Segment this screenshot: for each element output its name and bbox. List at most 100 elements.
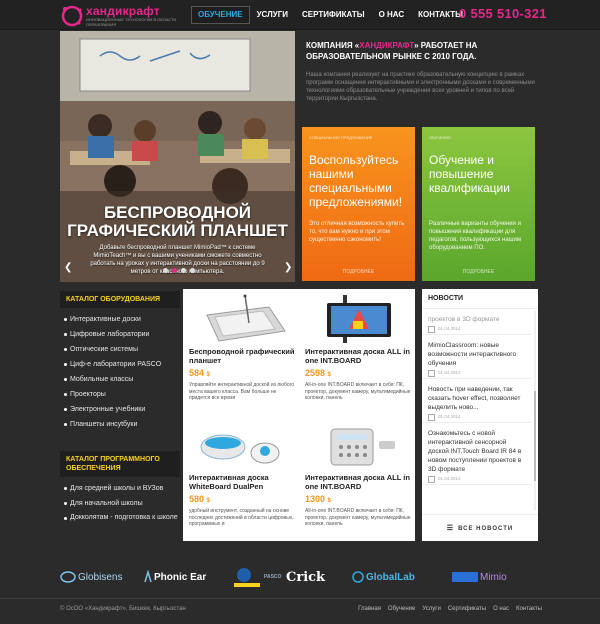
price-value: 584 xyxy=(189,368,205,378)
pasco-icon xyxy=(234,568,260,587)
intro-title: КОМПАНИЯ «ХАНДИКРАФТ» РАБОТАЕТ НА ОБРАЗО… xyxy=(306,40,542,62)
product-price: 580 $ xyxy=(189,494,210,504)
software-catalog-title: КАТАЛОГ ПРОГРАММНОГО ОБЕСПЕЧЕНИЯ xyxy=(60,451,180,477)
software-list: Для средней школы и ВУЗов Для начальной … xyxy=(60,477,180,525)
product-description: All-in-one INT.BOARD включает в себя: ПК… xyxy=(305,382,411,401)
logo-tagline: Инновационные технологии в области образ… xyxy=(86,17,177,27)
product-title: Беспроводной графический планшет xyxy=(189,347,295,365)
equipment-catalog-title: КАТАЛОГ ОБОРУДОВАНИЯ xyxy=(60,291,180,308)
hero-slider[interactable]: БЕСПРОВОДНОЙ ГРАФИЧЕСКИЙ ПЛАНШЕТ Добавьт… xyxy=(60,31,295,282)
news-item[interactable]: проектов в 3D формате 01.04.2014 xyxy=(422,309,532,335)
footer-link[interactable]: Обучение xyxy=(388,606,415,612)
news-title: НОВОСТИ xyxy=(422,289,538,309)
nav-item-uslugi[interactable]: УСЛУГИ xyxy=(250,6,295,24)
tile-text: Различные варианты обучения и повышения … xyxy=(429,221,521,251)
catalog-item[interactable]: Интерактивные доски xyxy=(60,312,180,327)
training-tile[interactable]: ОБУЧЕНИЕ Обучение и повышение квалификац… xyxy=(422,127,535,281)
news-item[interactable]: MimioClassroom: новые возможности интера… xyxy=(422,335,532,379)
partner-name: Globisens xyxy=(78,571,123,583)
nav-item-obuchenie[interactable]: ОБУЧЕНИЕ xyxy=(191,6,250,24)
footer-link[interactable]: Услуги xyxy=(422,606,440,612)
partner-logo-pasco[interactable]: PASCO xyxy=(232,564,281,590)
news-text: MimioClassroom: новые возможности интера… xyxy=(428,342,517,367)
slider-dot[interactable] xyxy=(190,268,195,273)
product-description: удобный инструмент, созданный на основе … xyxy=(189,508,294,527)
catalog-item[interactable]: Для начальной школы xyxy=(60,496,180,511)
site-logo[interactable]: хандикрафт Инновационные технологии в об… xyxy=(60,4,180,28)
catalog-item[interactable]: Докколятам - подготовка к школе xyxy=(60,511,180,525)
news-scroll-thumb[interactable] xyxy=(534,391,536,481)
product-price: 2598 $ xyxy=(305,368,331,378)
tile-text: Это отличная возможность купить то, что … xyxy=(309,221,405,243)
chevron-right-icon[interactable]: ❯ xyxy=(284,262,292,273)
partner-logo-mimio[interactable]: Mimio xyxy=(452,564,507,590)
product-description: Управляйте интерактивной доской из любог… xyxy=(189,382,295,401)
catalog-item[interactable]: Электронные учебники xyxy=(60,402,180,417)
chevron-left-icon[interactable]: ❮ xyxy=(64,262,72,273)
news-scrollbar[interactable] xyxy=(534,311,536,511)
partner-logo-globallab[interactable]: GlobalLab xyxy=(352,564,415,590)
main-nav: ОБУЧЕНИЕ УСЛУГИ СЕРТИФИКАТЫ О НАС КОНТАК… xyxy=(191,6,470,24)
product-card[interactable]: Интерактивная доска ALL in one INT.BOARD… xyxy=(299,289,415,415)
news-date: 01.04.2014 xyxy=(428,412,526,422)
logo-name: хандикрафт xyxy=(86,4,160,18)
dualpen-image xyxy=(200,434,280,464)
voting-device-image xyxy=(330,428,395,466)
product-title: Интерактивная доска ALL in one INT.BOARD xyxy=(305,347,410,365)
globallab-icon xyxy=(352,571,364,583)
footer-link[interactable]: Главная xyxy=(358,606,381,612)
equipment-list: Интерактивные доски Цифровые лаборатории… xyxy=(60,308,180,432)
nav-item-o-nas[interactable]: О НАС xyxy=(372,6,412,24)
catalog-item[interactable]: Планшеты инсуtбуки xyxy=(60,417,180,432)
catalog-item[interactable]: Для средней школы и ВУЗов xyxy=(60,481,180,496)
product-price: 1300 $ xyxy=(305,494,331,504)
company-intro: КОМПАНИЯ «ХАНДИКРАФТ» РАБОТАЕТ НА ОБРАЗО… xyxy=(306,40,542,103)
catalog-item[interactable]: Циф-е лаборатории PASCO xyxy=(60,357,180,372)
slider-dot[interactable] xyxy=(163,268,168,273)
catalog-item[interactable]: Проекторы xyxy=(60,387,180,402)
phone-number[interactable]: 0 555 510-321 xyxy=(459,6,547,21)
copyright: © ОсОО «Хандикрафт», Бишкек, Кыргызстан xyxy=(60,606,186,612)
news-item[interactable]: Ознакомьтесь с новой интерактивной сенсо… xyxy=(422,423,532,485)
hero-title: БЕСПРОВОДНОЙ ГРАФИЧЕСКИЙ ПЛАНШЕТ xyxy=(67,203,288,240)
partner-logos: Globisens Phonic Ear PASCO Crick GlobalL… xyxy=(0,558,600,596)
slider-dots xyxy=(163,268,195,273)
price-value: 580 xyxy=(189,494,205,504)
special-offer-tile[interactable]: СПЕЦИАЛЬНОЕ ПРЕДЛОЖЕНИЕ Воспользуйтесь н… xyxy=(302,127,415,281)
partner-logo-phonic-ear[interactable]: Phonic Ear xyxy=(144,564,206,590)
product-card[interactable]: Беспроводной графический планшет 584 $ У… xyxy=(183,289,299,415)
all-news-label: ВСЕ НОВОСТИ xyxy=(458,526,514,532)
catalog-item[interactable]: Оптические системы xyxy=(60,342,180,357)
slider-dot[interactable] xyxy=(181,268,186,273)
product-card[interactable]: Интерактивная доска WhiteBoard DualPen 5… xyxy=(183,415,299,541)
product-description: All-in-one INT.BOARD включает в себя: ПК… xyxy=(305,508,411,527)
site-header: хандикрафт Инновационные технологии в об… xyxy=(0,0,600,30)
price-value: 1300 xyxy=(305,494,326,504)
partner-logo-globisens[interactable]: Globisens xyxy=(60,564,122,590)
tile-more-link[interactable]: ПОДРОБНЕЕ xyxy=(422,269,535,275)
catalog-item[interactable]: Цифровые лаборатории xyxy=(60,327,180,342)
tablet-product-image xyxy=(206,294,286,342)
intro-title-brand: ХАНДИКРАФТ xyxy=(359,41,415,50)
catalog-item[interactable]: Мобильные классы xyxy=(60,372,180,387)
price-currency: $ xyxy=(327,372,331,378)
footer-link[interactable]: Контакты xyxy=(516,606,542,612)
tile-title: Обучение и повышение квалификации xyxy=(429,153,510,195)
globisens-icon xyxy=(60,571,76,583)
news-date: 01.04.2014 xyxy=(428,474,526,484)
partner-name: Mimio xyxy=(480,571,507,583)
page: хандикрафт Инновационные технологии в об… xyxy=(0,0,600,624)
nav-item-sertifikaty[interactable]: СЕРТИФИКАТЫ xyxy=(295,6,372,24)
partner-logo-crick[interactable]: Crick xyxy=(286,564,325,590)
news-item[interactable]: Новость при наведении, так сказать hover… xyxy=(422,379,532,423)
product-card[interactable]: Интерактивная доска ALL in one INT.BOARD… xyxy=(299,415,415,541)
tile-more-link[interactable]: ПОДРОБНЕЕ xyxy=(302,269,415,275)
footer-link[interactable]: Сертификаты xyxy=(448,606,486,612)
product-price: 584 $ xyxy=(189,368,210,378)
footer-link[interactable]: О нас xyxy=(493,606,509,612)
product-title: Интерактивная доска ALL in one INT.BOARD xyxy=(305,473,410,491)
slider-dot-active[interactable] xyxy=(172,268,177,273)
price-currency: $ xyxy=(206,498,210,504)
partner-name: Phonic Ear xyxy=(154,571,207,583)
all-news-button[interactable]: ☰ ВСЕ НОВОСТИ xyxy=(422,514,538,541)
